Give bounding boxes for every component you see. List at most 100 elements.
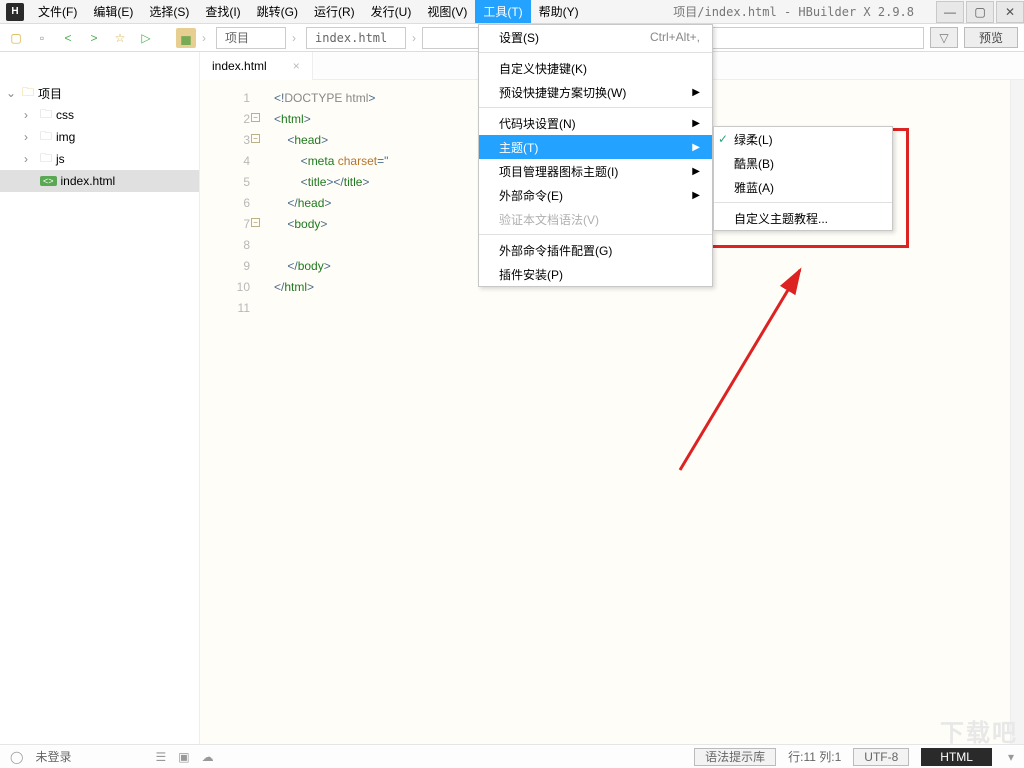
submenu-arrow-icon: ▶ bbox=[692, 118, 700, 129]
menu-0[interactable]: 文件(F) bbox=[30, 0, 85, 23]
menu-item-label: 外部命令插件配置(G) bbox=[499, 242, 612, 259]
menu-item-label: 酷黑(B) bbox=[734, 155, 774, 172]
tools-menu-item[interactable]: 设置(S) Ctrl+Alt+, bbox=[479, 25, 712, 49]
tools-menu-item[interactable]: 主题(T) ▶ bbox=[479, 135, 712, 159]
chevron-icon: › bbox=[24, 108, 36, 122]
minimize-button[interactable]: — bbox=[936, 1, 964, 23]
back-icon[interactable]: < bbox=[58, 28, 78, 48]
menu-item-label: 预设快捷键方案切换(W) bbox=[499, 84, 626, 101]
menu-9[interactable]: 帮助(Y) bbox=[531, 0, 587, 23]
breadcrumb-sep-icon: › bbox=[202, 31, 206, 45]
menu-item-label: 代码块设置(N) bbox=[499, 115, 576, 132]
cursor-position: 行:11 列:1 bbox=[788, 748, 841, 765]
tools-menu-item[interactable]: 代码块设置(N) ▶ bbox=[479, 111, 712, 135]
theme-menu-item[interactable]: 自定义主题教程... bbox=[714, 206, 892, 230]
run-icon[interactable]: ▷ bbox=[136, 28, 156, 48]
menubar: 文件(F)编辑(E)选择(S)查找(I)跳转(G)运行(R)发行(U)视图(V)… bbox=[30, 0, 587, 23]
tools-menu-item[interactable]: 预设快捷键方案切换(W) ▶ bbox=[479, 80, 712, 104]
tree-label: img bbox=[56, 130, 75, 144]
tree-file[interactable]: <> index.html bbox=[0, 170, 199, 192]
preview-button[interactable]: 预览 bbox=[964, 27, 1018, 48]
tree-root[interactable]: ⌄ 🗀项目 bbox=[0, 82, 199, 104]
tools-dropdown: 设置(S)Ctrl+Alt+,自定义快捷键(K)预设快捷键方案切换(W)▶代码块… bbox=[478, 24, 713, 287]
menu-7[interactable]: 视图(V) bbox=[419, 0, 475, 23]
submenu-arrow-icon: ▶ bbox=[692, 87, 700, 98]
tree-folder-css[interactable]: ›🗀css bbox=[0, 104, 199, 126]
forward-icon[interactable]: > bbox=[84, 28, 104, 48]
terminal-icon[interactable]: ▣ bbox=[178, 750, 189, 764]
chevron-icon: › bbox=[24, 130, 36, 144]
tools-menu-item[interactable]: 项目管理器图标主题(I) ▶ bbox=[479, 159, 712, 183]
chevron-icon: ⌄ bbox=[6, 86, 18, 100]
tree-label: index.html bbox=[61, 174, 116, 188]
hint-library-button[interactable]: 语法提示库 bbox=[694, 748, 776, 766]
folder-icon: 🗀 bbox=[40, 149, 52, 170]
tools-menu-item[interactable]: 外部命令(E) ▶ bbox=[479, 183, 712, 207]
star-icon[interactable]: ☆ bbox=[110, 28, 130, 48]
menu-item-label: 自定义快捷键(K) bbox=[499, 60, 587, 77]
close-tab-icon[interactable]: × bbox=[293, 59, 300, 73]
menu-6[interactable]: 发行(U) bbox=[363, 0, 420, 23]
submenu-arrow-icon: ▶ bbox=[692, 190, 700, 201]
app-icon: H bbox=[6, 3, 24, 21]
new-file-icon[interactable]: ▢ bbox=[6, 28, 26, 48]
tree-label: 项目 bbox=[38, 85, 62, 102]
window-controls: — ▢ ✕ bbox=[934, 1, 1024, 23]
folder-icon: 🗀 bbox=[22, 83, 34, 104]
editor-tab-label: index.html bbox=[212, 59, 267, 73]
save-icon[interactable]: ▫ bbox=[32, 28, 52, 48]
breadcrumb-sep-icon: › bbox=[292, 31, 296, 45]
chevron-down-icon[interactable]: ▾ bbox=[1008, 750, 1014, 764]
menu-item-label: 雅蓝(A) bbox=[734, 179, 774, 196]
menu-item-label: 外部命令(E) bbox=[499, 187, 563, 204]
close-button[interactable]: ✕ bbox=[996, 1, 1024, 23]
menu-item-label: 绿柔(L) bbox=[734, 131, 773, 148]
project-sidebar: ⌄🗀项目›🗀css›🗀img›🗀js<>index.html bbox=[0, 52, 200, 744]
breadcrumb-project[interactable]: 项目 bbox=[216, 27, 286, 49]
tools-menu-item[interactable]: 外部命令插件配置(G) bbox=[479, 238, 712, 262]
menu-item-label: 项目管理器图标主题(I) bbox=[499, 163, 618, 180]
tools-menu-item[interactable]: 自定义快捷键(K) bbox=[479, 56, 712, 80]
breadcrumb-file[interactable]: index.html bbox=[306, 27, 406, 49]
titlebar: H 文件(F)编辑(E)选择(S)查找(I)跳转(G)运行(R)发行(U)视图(… bbox=[0, 0, 1024, 24]
tree-label: css bbox=[56, 108, 74, 122]
encoding-button[interactable]: UTF-8 bbox=[853, 748, 909, 766]
chevron-icon: › bbox=[24, 152, 36, 166]
menu-2[interactable]: 选择(S) bbox=[141, 0, 197, 23]
submenu-arrow-icon: ▶ bbox=[692, 166, 700, 177]
folder-icon[interactable]: ▅ bbox=[176, 28, 196, 48]
tools-menu-item[interactable]: 插件安装(P) bbox=[479, 262, 712, 286]
list-icon[interactable]: ☰ bbox=[155, 750, 166, 764]
filter-icon[interactable]: ▽ bbox=[930, 27, 958, 48]
tools-menu-item: 验证本文档语法(V) bbox=[479, 207, 712, 231]
watermark: 下载吧 bbox=[940, 713, 1018, 748]
submenu-arrow-icon: ▶ bbox=[692, 142, 700, 153]
theme-menu-item[interactable]: 酷黑(B) bbox=[714, 151, 892, 175]
vertical-scrollbar[interactable] bbox=[1010, 80, 1024, 744]
user-icon[interactable]: ◯ bbox=[10, 750, 23, 764]
menu-item-label: 设置(S) bbox=[499, 29, 539, 46]
language-button[interactable]: HTML bbox=[921, 748, 992, 766]
theme-menu-item[interactable]: ✓绿柔(L) bbox=[714, 127, 892, 151]
theme-menu-item[interactable]: 雅蓝(A) bbox=[714, 175, 892, 199]
menu-4[interactable]: 跳转(G) bbox=[249, 0, 306, 23]
menu-1[interactable]: 编辑(E) bbox=[85, 0, 141, 23]
breadcrumb-sep-icon: › bbox=[412, 31, 416, 45]
html-file-icon: <> bbox=[40, 176, 57, 186]
tree-folder-img[interactable]: › 🗀 img bbox=[0, 126, 199, 148]
folder-icon: 🗀 bbox=[40, 127, 52, 148]
menu-5[interactable]: 运行(R) bbox=[306, 0, 363, 23]
menu-item-label: 插件安装(P) bbox=[499, 266, 563, 283]
statusbar: ◯ 未登录 ☰ ▣ ☁ 语法提示库 行:11 列:1 UTF-8 HTML ▾ bbox=[0, 744, 1024, 768]
cloud-icon[interactable]: ☁ bbox=[202, 750, 214, 764]
menu-item-label: 自定义主题教程... bbox=[734, 210, 828, 227]
maximize-button[interactable]: ▢ bbox=[966, 1, 994, 23]
menu-item-label: 验证本文档语法(V) bbox=[499, 211, 599, 228]
shortcut-label: Ctrl+Alt+, bbox=[650, 30, 700, 44]
editor-tab[interactable]: index.html × bbox=[200, 52, 313, 80]
menu-8[interactable]: 工具(T) bbox=[475, 0, 530, 23]
menu-item-label: 主题(T) bbox=[499, 139, 538, 156]
login-status[interactable]: 未登录 bbox=[35, 748, 71, 765]
menu-3[interactable]: 查找(I) bbox=[197, 0, 248, 23]
tree-folder-js[interactable]: ›🗀js bbox=[0, 148, 199, 170]
